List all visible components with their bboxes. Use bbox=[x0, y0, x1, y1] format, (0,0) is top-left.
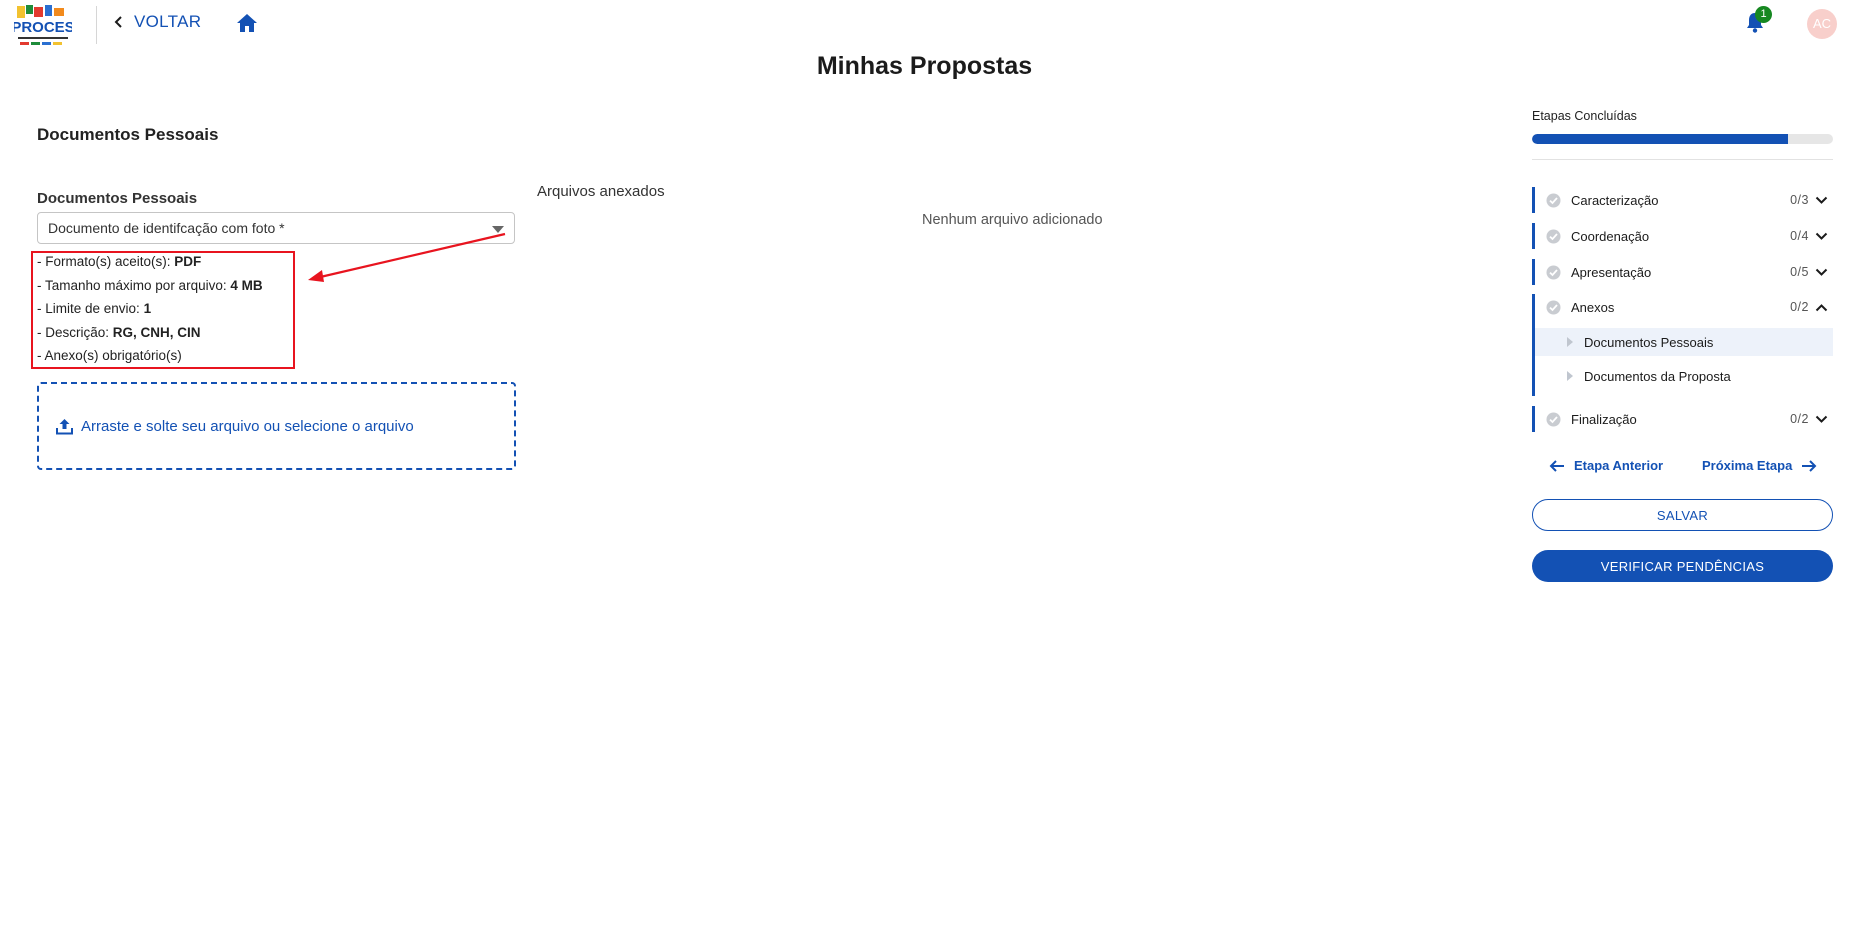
check-circle-icon bbox=[1546, 265, 1561, 279]
chevron-down-icon bbox=[1815, 415, 1828, 423]
step-label: Anexos bbox=[1571, 299, 1615, 315]
app-logo[interactable]: PROCES bbox=[11, 4, 75, 48]
avatar[interactable]: AC bbox=[1807, 9, 1837, 39]
step-caracterizacao[interactable]: Caracterização 0/3 bbox=[1532, 187, 1833, 213]
chevron-down-icon bbox=[1815, 268, 1828, 276]
home-button[interactable] bbox=[236, 13, 258, 38]
arrow-right-icon bbox=[1802, 459, 1817, 472]
sidebar-divider bbox=[1532, 159, 1833, 160]
progress-label: Etapas Concluídas bbox=[1532, 109, 1637, 123]
step-indicator bbox=[1532, 406, 1535, 432]
attachments-title: Arquivos anexados bbox=[537, 183, 665, 200]
file-dropzone[interactable]: Arraste e solte seu arquivo ou selecione… bbox=[37, 382, 516, 470]
caret-right-icon bbox=[1567, 371, 1573, 381]
caret-right-icon bbox=[1567, 337, 1573, 347]
annotation-highlight-box bbox=[31, 251, 295, 369]
step-count: 0/4 bbox=[1790, 229, 1809, 243]
chevron-left-icon bbox=[114, 16, 122, 28]
step-count: 0/2 bbox=[1790, 412, 1809, 426]
attachments-empty-message: Nenhum arquivo adicionado bbox=[922, 212, 1103, 228]
header-divider bbox=[96, 6, 97, 44]
home-icon bbox=[237, 14, 257, 32]
verify-pending-button[interactable]: VERIFICAR PENDÊNCIAS bbox=[1532, 550, 1833, 582]
chevron-down-icon bbox=[1815, 232, 1828, 240]
step-count: 0/5 bbox=[1790, 265, 1809, 279]
upload-icon bbox=[56, 418, 73, 434]
notification-badge: 1 bbox=[1755, 6, 1772, 23]
check-circle-icon bbox=[1546, 300, 1561, 314]
check-circle-icon bbox=[1546, 412, 1561, 426]
annotation-arrow bbox=[308, 232, 506, 282]
save-button[interactable]: SALVAR bbox=[1532, 499, 1833, 531]
step-finalizacao[interactable]: Finalização 0/2 bbox=[1532, 406, 1833, 432]
step-anexos[interactable]: Anexos 0/2 bbox=[1532, 294, 1833, 320]
step-indicator bbox=[1532, 294, 1535, 320]
substep-documentos-pessoais[interactable]: Documentos Pessoais bbox=[1535, 328, 1833, 356]
step-label: Coordenação bbox=[1571, 228, 1650, 244]
arrow-left-icon bbox=[1549, 459, 1564, 472]
substep-documentos-da-proposta[interactable]: Documentos da Proposta bbox=[1535, 362, 1833, 390]
step-indicator bbox=[1532, 187, 1535, 213]
chevron-down-icon bbox=[1815, 196, 1828, 204]
step-label: Apresentação bbox=[1571, 264, 1652, 280]
next-step-label: Próxima Etapa bbox=[1702, 458, 1793, 473]
page-title: Minhas Propostas bbox=[816, 52, 1033, 80]
logo-text: PROCES bbox=[14, 19, 72, 36]
document-type-label: Documentos Pessoais bbox=[37, 190, 198, 207]
dropzone-label: Arraste e solte seu arquivo ou selecione… bbox=[81, 417, 414, 435]
check-circle-icon bbox=[1546, 229, 1561, 243]
check-circle-icon bbox=[1546, 193, 1561, 207]
progress-bar bbox=[1532, 134, 1833, 144]
step-label: Finalização bbox=[1571, 411, 1637, 427]
step-label: Caracterização bbox=[1571, 192, 1659, 208]
select-value: Documento de identifcação com foto * bbox=[48, 220, 285, 236]
back-button[interactable]: VOLTAR bbox=[114, 12, 201, 32]
previous-step-button[interactable]: Etapa Anterior bbox=[1549, 458, 1663, 473]
step-indicator bbox=[1532, 223, 1535, 249]
previous-step-label: Etapa Anterior bbox=[1574, 458, 1664, 473]
step-count: 0/3 bbox=[1790, 193, 1809, 207]
substep-label: Documentos Pessoais bbox=[1584, 334, 1714, 350]
step-count: 0/2 bbox=[1790, 300, 1809, 314]
step-apresentacao[interactable]: Apresentação 0/5 bbox=[1532, 259, 1833, 285]
next-step-button[interactable]: Próxima Etapa bbox=[1702, 458, 1817, 473]
step-indicator bbox=[1532, 259, 1535, 285]
back-label: VOLTAR bbox=[134, 12, 202, 31]
substep-label: Documentos da Proposta bbox=[1584, 368, 1731, 384]
progress-fill bbox=[1532, 134, 1788, 144]
step-coordenacao[interactable]: Coordenação 0/4 bbox=[1532, 223, 1833, 249]
chevron-up-icon bbox=[1815, 303, 1828, 311]
section-title: Documentos Pessoais bbox=[37, 125, 219, 144]
